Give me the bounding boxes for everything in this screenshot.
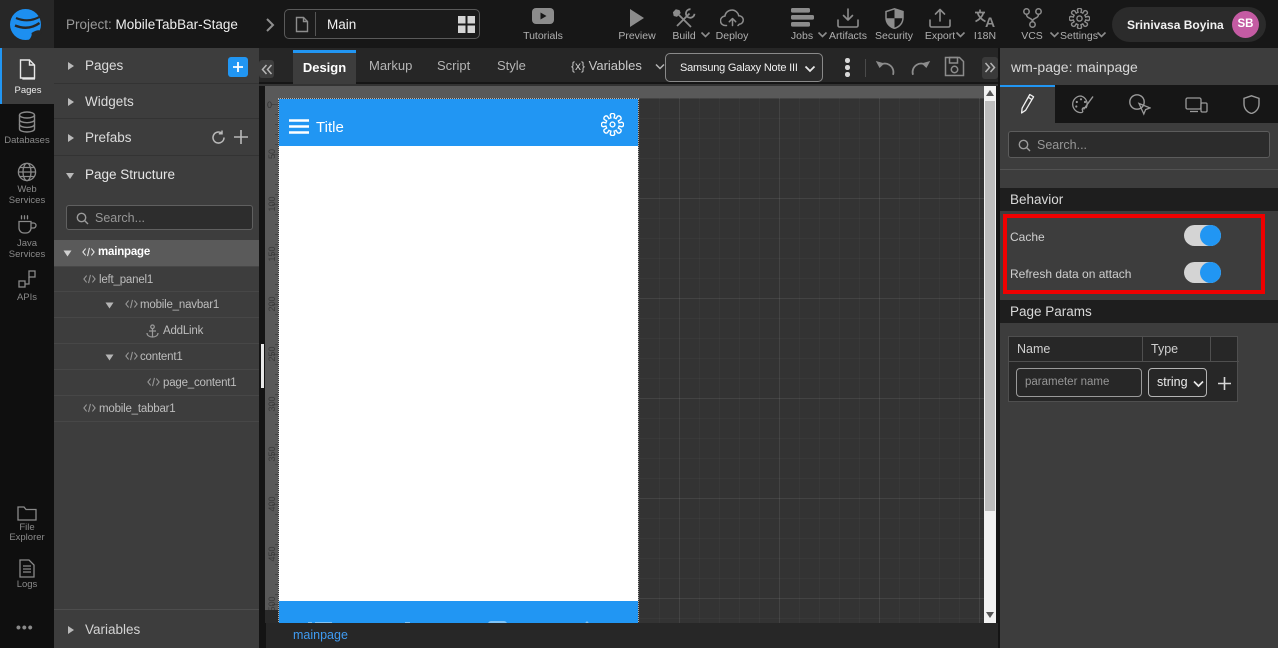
svg-text:A: A	[985, 14, 995, 28]
